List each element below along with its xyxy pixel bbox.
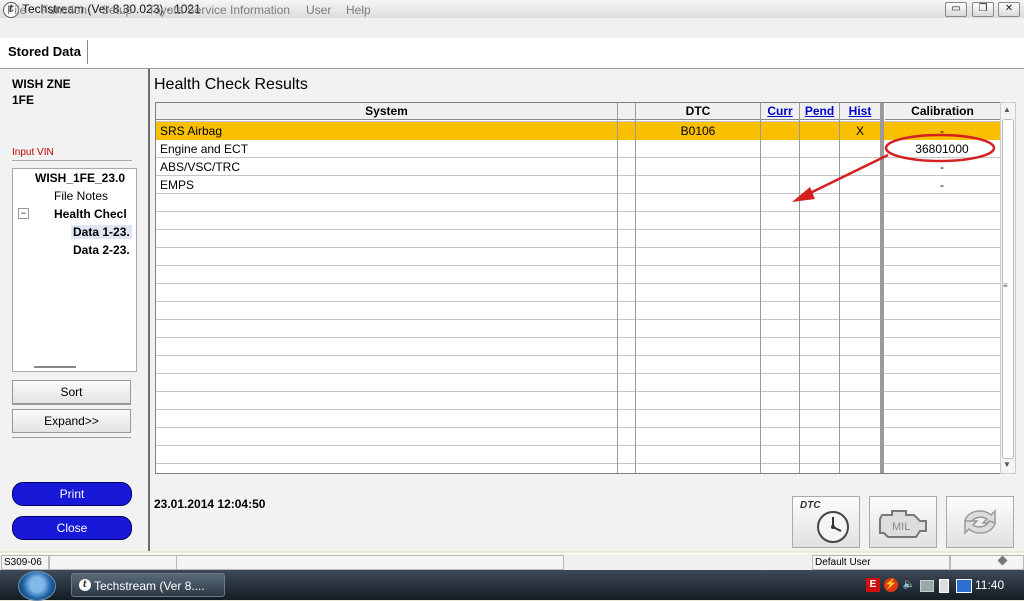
tray-e-icon[interactable]: E: [866, 578, 880, 592]
status-field: [950, 555, 1024, 570]
status-field: [176, 555, 564, 570]
menu-function[interactable]: Function: [41, 3, 87, 17]
separator: [12, 437, 131, 438]
row-divider: [156, 391, 1000, 392]
status-code: S309-06: [1, 555, 49, 570]
row-divider: [156, 265, 1000, 266]
dtc-cell: B0106: [680, 124, 716, 138]
column-header-pend[interactable]: Pend: [800, 103, 839, 120]
sort-button[interactable]: Sort: [12, 380, 131, 404]
row-divider: [156, 355, 1000, 356]
taskbar-app-button[interactable]: Techstream (Ver 8....: [71, 573, 225, 597]
dtc-cell: [636, 140, 760, 158]
expand-button[interactable]: Expand>>: [12, 409, 131, 433]
tree-node-root[interactable]: WISH_1FE_23.0: [35, 171, 125, 185]
system-cell: SRS Airbag: [160, 124, 223, 138]
menu-toyota-service-information[interactable]: Toyota Service Information: [148, 3, 290, 17]
status-field: [49, 555, 177, 570]
system-cell: ABS/VSC/TRC: [160, 160, 241, 174]
row-divider: [156, 445, 1000, 446]
tray-battery-icon[interactable]: [939, 579, 949, 593]
mil-text: MIL: [892, 521, 910, 533]
grip-icon: ≡: [1003, 281, 1008, 290]
taskbar-clock: 11:40: [975, 578, 1005, 592]
row-divider: [156, 427, 1000, 428]
vin-underline: [12, 160, 132, 161]
dtc-cell: [636, 176, 760, 194]
tree-node-data-1[interactable]: Data 1-23.: [71, 225, 132, 239]
tree-node-data-2[interactable]: Data 2-23.: [73, 243, 130, 257]
tree-scrollbar[interactable]: [34, 366, 76, 368]
engine-mil-icon: MIL: [879, 510, 927, 538]
column-divider: [635, 103, 636, 473]
vehicle-model: WISH ZNE: [12, 77, 71, 91]
close-button[interactable]: Close: [12, 516, 132, 540]
menu-bar: [0, 18, 1024, 38]
menu-setup[interactable]: Setup: [101, 3, 132, 17]
column-header-blank: [618, 103, 635, 120]
row-divider: [156, 409, 1000, 410]
row-divider: [156, 337, 1000, 338]
column-header-hist[interactable]: Hist: [840, 103, 880, 120]
tree-node-file-notes[interactable]: File Notes: [54, 189, 108, 203]
tree-node-health-check[interactable]: Health Checl: [54, 207, 127, 221]
start-button[interactable]: [18, 571, 56, 601]
annotation-ellipse: [884, 133, 996, 163]
tray-power-icon[interactable]: ⚡: [884, 578, 898, 592]
row-divider: [156, 301, 1000, 302]
dtc-clock-icon: [817, 511, 849, 543]
row-divider: [156, 373, 1000, 374]
column-header-system[interactable]: System: [156, 103, 617, 120]
timestamp: 23.01.2014 12:04:50: [154, 497, 266, 511]
mil-button[interactable]: MIL: [869, 496, 937, 548]
refresh-button[interactable]: [946, 496, 1014, 548]
column-header-dtc[interactable]: DTC: [636, 103, 760, 120]
refresh-icon: [964, 509, 996, 535]
tray-monitor-icon[interactable]: [956, 579, 972, 593]
row-divider: [156, 283, 1000, 284]
vehicle-engine: 1FE: [12, 93, 35, 107]
scroll-up-icon[interactable]: ▲: [1003, 105, 1011, 114]
tab-stored-data[interactable]: Stored Data: [2, 40, 88, 64]
menu-help[interactable]: Help: [346, 3, 371, 17]
annotation-overlay: [792, 133, 996, 202]
menu-file[interactable]: File: [7, 3, 26, 17]
scroll-down-icon[interactable]: ▼: [1003, 460, 1011, 469]
row-divider: [156, 319, 1000, 320]
annotation-arrow-head: [792, 187, 815, 202]
annotation-arrow-line: [801, 153, 889, 199]
column-divider: [617, 103, 618, 473]
menu-user[interactable]: User: [306, 3, 331, 17]
system-cell: Engine and ECT: [160, 142, 249, 156]
input-vin-link[interactable]: Input VIN: [12, 147, 54, 158]
dtc-button[interactable]: DTC: [792, 496, 860, 548]
column-header-calibration[interactable]: Calibration: [885, 103, 1000, 120]
data-tree[interactable]: WISH_1FE_23.0 File Notes − Health Checl …: [12, 168, 137, 372]
close-window-button[interactable]: ✕: [998, 2, 1020, 17]
separator: [12, 404, 131, 405]
maximize-button[interactable]: ❐: [972, 2, 994, 17]
dtc-cell: [636, 158, 760, 176]
tray-volume-icon[interactable]: 🔈: [902, 578, 916, 592]
system-cell: EMPS: [160, 178, 195, 192]
print-button[interactable]: Print: [12, 482, 132, 506]
row-divider: [156, 229, 1000, 230]
column-header-curr[interactable]: Curr: [761, 103, 799, 120]
tab-strip: [0, 38, 1024, 71]
row-divider: [156, 463, 1000, 464]
techstream-app-icon: t: [79, 579, 91, 591]
tree-collapse-toggle[interactable]: −: [18, 208, 29, 219]
status-user: Default User: [812, 555, 950, 570]
tray-network-icon[interactable]: [920, 580, 934, 592]
page-title: Health Check Results: [154, 76, 308, 93]
minimize-button[interactable]: ▭: [945, 2, 967, 17]
row-divider: [156, 247, 1000, 248]
